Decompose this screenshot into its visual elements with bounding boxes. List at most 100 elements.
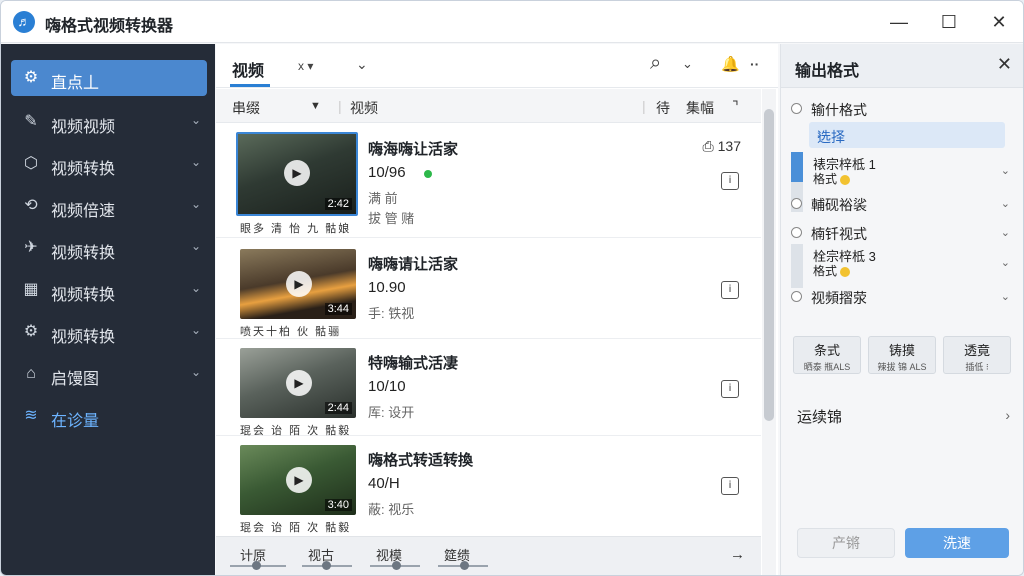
maximize-button[interactable]: ☐ bbox=[931, 7, 967, 37]
bottom-item-2[interactable]: 视古 bbox=[308, 545, 334, 564]
video-meta: 厍: 设开 bbox=[368, 405, 415, 420]
chevron-down-icon[interactable]: ⌄ bbox=[682, 56, 693, 72]
sidebar-item-start-image[interactable]: ⌂ 启馒图 ⌄ bbox=[11, 356, 207, 392]
level-bar-fill bbox=[791, 152, 803, 182]
main-panel: 视频 x ▾ ⌄ ⌕ ⌄ 🔔 ·· 串缀 ▼ | 视频 | 待 集幅 ⌝ ▶ 2… bbox=[216, 44, 778, 575]
sidebar-item-label: 视频转换 bbox=[51, 245, 116, 262]
video-thumbnail[interactable]: ▶ 3:40 bbox=[240, 445, 356, 515]
table-row[interactable]: ▶ 2:42 眼多 清 怡 九 骷娘 嗨海嗨让活家 10/96 满 前 拔 管 … bbox=[216, 124, 761, 238]
chevron-down-icon[interactable]: ⌄ bbox=[1001, 290, 1010, 303]
preset-sub: 插低 ⁝ bbox=[965, 362, 989, 372]
slider-knob[interactable] bbox=[322, 561, 331, 570]
video-thumbnail[interactable]: ▶ 2:42 bbox=[236, 132, 358, 216]
minimize-button[interactable]: — bbox=[881, 7, 917, 37]
chevron-down-icon: ⌄ bbox=[190, 113, 201, 127]
column-size[interactable]: 集幅 bbox=[686, 98, 714, 118]
home-icon: ⌂ bbox=[26, 365, 36, 382]
table-row[interactable]: ▶ 2:44 琨会 诒 陌 次 骷毅 特嗨输式活凄 10/10 厍: 设开 ⅰ bbox=[216, 340, 761, 437]
more-icon[interactable]: ·· bbox=[750, 56, 759, 72]
video-title: 嗨海嗨让活家 bbox=[368, 141, 459, 158]
play-icon[interactable]: ▶ bbox=[286, 370, 312, 396]
preset-button-3[interactable]: 透竟 插低 ⁝ bbox=[943, 336, 1011, 374]
slider-knob[interactable] bbox=[460, 561, 469, 570]
video-resolution: 40/H bbox=[368, 475, 400, 492]
format-select[interactable]: 选择 › bbox=[809, 122, 1005, 148]
main-toolbar: 视频 x ▾ ⌄ ⌕ ⌄ 🔔 ·· bbox=[216, 44, 778, 88]
column-duration[interactable]: 待 bbox=[656, 98, 670, 118]
tab-video[interactable]: 视频 bbox=[232, 57, 264, 81]
video-title: 嗨格式转适转換 bbox=[368, 452, 474, 469]
sidebar-item-video-speed[interactable]: ⟲ 视频倍速 ⌄ bbox=[11, 188, 207, 224]
filter-dropdown[interactable]: x ▾ bbox=[298, 59, 313, 73]
sidebar-item-video-convert-3[interactable]: ▦ 视频转换 ⌄ bbox=[11, 272, 207, 308]
sidebar-item-home[interactable]: ⚙ 直点丄 bbox=[11, 60, 207, 96]
rocket-icon: ✈ bbox=[24, 239, 38, 256]
radio-button[interactable] bbox=[791, 198, 802, 209]
chevron-down-icon: ⌄ bbox=[190, 281, 201, 295]
preset-button-1[interactable]: 条式 晒泰 瓶ALS bbox=[793, 336, 861, 374]
edit-icon[interactable]: ⅰ bbox=[721, 172, 739, 190]
slider-knob[interactable] bbox=[252, 561, 261, 570]
play-icon[interactable]: ▶ bbox=[286, 271, 312, 297]
video-meta: 蔽: 视乐 bbox=[368, 502, 415, 517]
title-bar: ♬ 嗨格式视频转换器 — ☐ ✕ bbox=[1, 1, 1023, 43]
video-duration: 3:40 bbox=[324, 499, 352, 511]
option-label: 视頻摺荥 bbox=[811, 290, 867, 306]
video-thumbnail[interactable]: ▶ 2:44 bbox=[240, 348, 356, 418]
sidebar-item-video-convert[interactable]: ⬡ 视频转换 ⌄ bbox=[11, 146, 207, 182]
play-icon[interactable]: ▶ bbox=[286, 467, 312, 493]
table-row[interactable]: ▶ 3:40 琨会 诒 陌 次 骷毅 嗨格式转适转換 40/H 蔽: 视乐 ⅰ bbox=[216, 437, 761, 536]
chevron-down-icon[interactable]: ⌄ bbox=[356, 56, 368, 73]
edit-icon[interactable]: ⅰ bbox=[721, 477, 739, 495]
column-divider: | bbox=[642, 98, 646, 114]
video-thumbnail[interactable]: ▶ 3:44 bbox=[240, 249, 356, 319]
chevron-down-icon[interactable]: ⌄ bbox=[1001, 197, 1010, 210]
chevron-down-icon[interactable]: ⌄ bbox=[1001, 256, 1010, 269]
sidebar-item-label: 视频转换 bbox=[51, 161, 116, 178]
preset-button-2[interactable]: 铸摸 辣拔 锦 ALS bbox=[868, 336, 936, 374]
scrollbar-thumb[interactable] bbox=[764, 109, 774, 421]
option-sub: 格式 bbox=[813, 170, 851, 187]
badge-icon bbox=[840, 266, 851, 277]
reset-button[interactable]: 产锵 bbox=[797, 528, 895, 558]
chevron-down-icon[interactable]: ⌄ bbox=[1001, 164, 1010, 177]
play-icon[interactable]: ▶ bbox=[284, 160, 310, 186]
video-list: ▶ 2:42 眼多 清 怡 九 骷娘 嗨海嗨让活家 10/96 满 前 拔 管 … bbox=[216, 124, 761, 536]
column-divider: | bbox=[338, 98, 342, 114]
search-icon[interactable]: ⌕ bbox=[650, 52, 661, 75]
thumbnail-caption: 喷天十柏 伙 骷骊 bbox=[240, 326, 342, 338]
radio-button[interactable] bbox=[791, 227, 802, 238]
bell-icon[interactable]: 🔔 bbox=[721, 55, 740, 73]
sidebar-item-video-convert-2[interactable]: ✈ 视频转换 ⌄ bbox=[11, 230, 207, 266]
edit-icon[interactable]: ⅰ bbox=[721, 281, 739, 299]
column-name[interactable]: 串缀 bbox=[232, 98, 260, 118]
shield-icon: ⬡ bbox=[24, 155, 38, 172]
sidebar-item-label: 直点丄 bbox=[51, 75, 100, 92]
convert-button[interactable]: 洗速 bbox=[905, 528, 1009, 558]
sidebar-item-video-edit[interactable]: ✎ 视频视频 ⌄ bbox=[11, 104, 207, 140]
video-meta: 满 前 bbox=[368, 191, 398, 206]
video-duration: 3:44 bbox=[324, 303, 352, 315]
edit-icon[interactable]: ⅰ bbox=[721, 380, 739, 398]
app-logo-icon: ♬ bbox=[13, 11, 35, 33]
column-extra[interactable]: ⌝ bbox=[732, 98, 739, 115]
sidebar-item-video-convert-4[interactable]: ⚙ 视频转换 ⌄ bbox=[11, 314, 207, 350]
video-size: ⎙ 137 bbox=[703, 138, 741, 155]
radio-button[interactable] bbox=[791, 103, 802, 114]
arrow-right-icon[interactable]: → bbox=[730, 546, 745, 563]
bottom-toolbar: 计原 视古 视模 筵缋 → bbox=[216, 536, 761, 575]
column-preview[interactable]: 视频 bbox=[350, 98, 378, 118]
sort-icon[interactable]: ▼ bbox=[310, 100, 321, 112]
slider-knob[interactable] bbox=[392, 561, 401, 570]
close-button[interactable]: ✕ bbox=[981, 7, 1017, 37]
sidebar-item-online[interactable]: ≋ 在诊量 bbox=[11, 398, 207, 434]
chevron-down-icon[interactable]: ⌄ bbox=[1001, 226, 1010, 239]
list-scrollbar[interactable] bbox=[762, 89, 776, 575]
close-icon[interactable]: ✕ bbox=[997, 54, 1012, 75]
video-title: 特嗨输式活凄 bbox=[368, 355, 459, 372]
video-duration: 2:42 bbox=[324, 198, 352, 210]
thumbnail-caption: 琨会 诒 陌 次 骷毅 bbox=[240, 522, 352, 534]
wifi-icon: ≋ bbox=[24, 407, 38, 424]
radio-button[interactable] bbox=[791, 291, 802, 302]
table-row[interactable]: ▶ 3:44 喷天十柏 伙 骷骊 嗨嗨请让活家 10.90 手: 铁视 ⅰ bbox=[216, 239, 761, 339]
